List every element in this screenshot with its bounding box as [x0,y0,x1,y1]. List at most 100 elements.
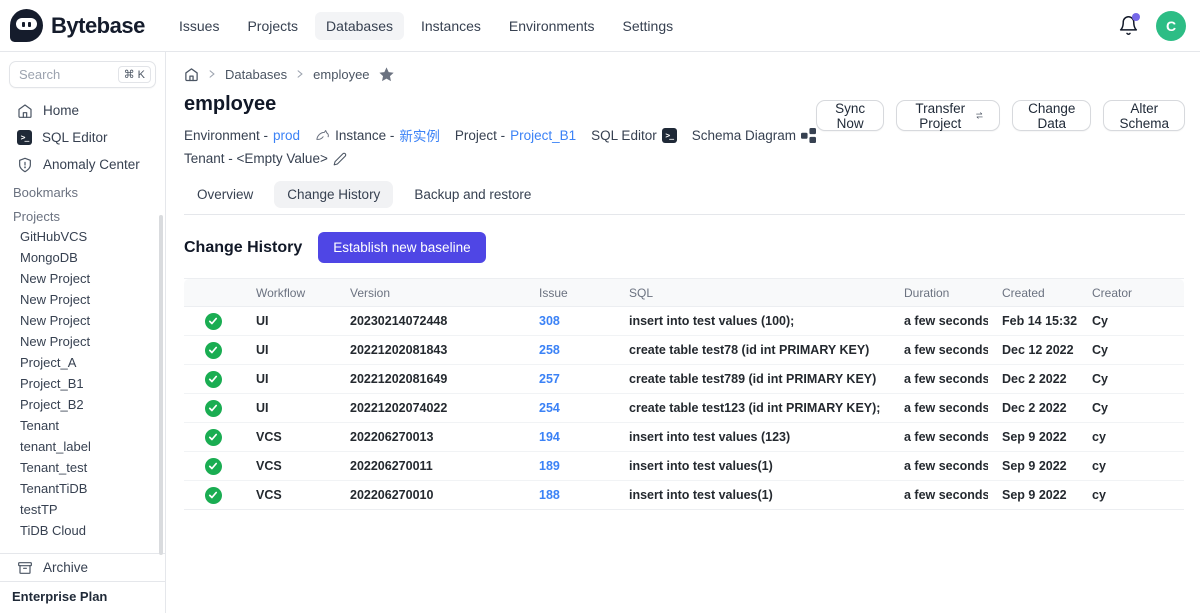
search-input[interactable] [19,67,109,82]
mysql-dolphin-icon [315,128,330,143]
sidebar-project-item[interactable]: New Project [0,289,165,310]
meta-environment: Environment - prod [184,128,300,143]
sidebar-project-item[interactable]: testTP [0,499,165,520]
schema-diagram-link[interactable]: Schema Diagram [692,128,816,143]
table-row[interactable]: VCS 202206270011 189 insert into test va… [184,452,1184,481]
sidebar-project-item[interactable]: Tenant_test [0,457,165,478]
sidebar-project-item[interactable]: Project_A [0,352,165,373]
tab-backup-and-restore[interactable]: Backup and restore [401,181,544,208]
tab-bar: Overview Change History Backup and resto… [184,181,1185,208]
breadcrumb-item[interactable]: Databases [225,67,287,82]
table-row[interactable]: UI 20221202074022 254 create table test1… [184,394,1184,423]
col-version: Version [336,279,525,307]
nav-item-projects[interactable]: Projects [236,12,309,40]
nav-item-instances[interactable]: Instances [410,12,492,40]
sidebar-item-anomaly-center[interactable]: Anomaly Center [0,151,165,178]
sync-now-button[interactable]: Sync Now [816,100,884,131]
issue-link[interactable]: 257 [539,372,560,386]
change-history-table: Workflow Version Issue SQL Duration Crea… [184,278,1184,510]
tab-divider [184,214,1185,215]
sidebar-project-item[interactable]: New Project [0,268,165,289]
sidebar-project-item[interactable]: tenant_label [0,436,165,457]
issue-link[interactable]: 189 [539,459,560,473]
success-check-icon [205,458,222,475]
terminal-icon: >_ [662,128,677,143]
success-check-icon [205,313,222,330]
page-actions: Sync Now Transfer Project Change Data Al… [816,100,1185,131]
search-box[interactable]: ⌘ K [9,61,156,88]
col-status [184,279,242,307]
breadcrumb-item-current: employee [313,67,369,82]
sidebar-item-archive[interactable]: Archive [0,554,165,581]
sidebar-project-item[interactable]: TenantTiDB [0,478,165,499]
issue-link[interactable]: 254 [539,401,560,415]
sidebar-project-item[interactable]: Project_B1 [0,373,165,394]
instance-link[interactable]: 新实例 [399,125,440,145]
sidebar-project-item[interactable]: TiDB Cloud [0,520,165,541]
sidebar-project-item[interactable]: New Project [0,331,165,352]
sidebar-project-item[interactable]: GitHubVCS [0,226,165,247]
archive-icon [17,560,33,576]
page-title: employee [184,93,816,116]
sql-editor-link[interactable]: SQL Editor >_ [591,128,677,143]
home-icon [17,103,33,119]
edit-pencil-icon[interactable] [333,152,347,166]
sidebar-section-projects: Projects [0,206,165,226]
notification-dot [1132,13,1140,21]
table-row[interactable]: UI 20230214072448 308 insert into test v… [184,307,1184,336]
sidebar-project-item[interactable]: Project_B2 [0,394,165,415]
issue-link[interactable]: 194 [539,430,560,444]
chevron-right-icon [207,69,217,79]
meta-project: Project - Project_B1 [455,128,576,143]
breadcrumb-home-icon[interactable] [184,67,199,82]
issue-link[interactable]: 258 [539,343,560,357]
meta-tenant: Tenant - <Empty Value> [184,151,347,166]
bytebase-logo[interactable]: Bytebase [10,9,168,42]
col-created: Created [988,279,1078,307]
tab-overview[interactable]: Overview [184,181,266,208]
nav-item-databases[interactable]: Databases [315,12,404,40]
sidebar-section-bookmarks: Bookmarks [0,182,165,202]
success-check-icon [205,487,222,504]
table-row[interactable]: UI 20221202081649 257 create table test7… [184,365,1184,394]
sidebar-project-item[interactable]: Tenant [0,415,165,436]
plan-label[interactable]: Enterprise Plan [0,582,165,613]
bookmark-star-icon[interactable] [378,66,395,83]
sidebar: ⌘ K Home >_ SQL Editor Anomaly Center Bo… [0,52,166,613]
col-creator: Creator [1078,279,1184,307]
main-content: Databases employee employee Environment … [166,52,1200,613]
bytebase-logo-icon [10,9,43,42]
alter-schema-button[interactable]: Alter Schema [1103,100,1185,131]
transfer-project-button[interactable]: Transfer Project [896,100,1000,131]
nav-item-issues[interactable]: Issues [168,12,230,40]
table-row[interactable]: UI 20221202081843 258 create table test7… [184,336,1184,365]
sidebar-project-item[interactable]: MongoDB [0,247,165,268]
success-check-icon [205,371,222,388]
schema-diagram-icon [801,128,816,143]
table-row[interactable]: VCS 202206270013 194 insert into test va… [184,423,1184,452]
avatar[interactable]: C [1156,11,1186,41]
sidebar-project-item[interactable]: New Project [0,310,165,331]
notification-bell-icon[interactable] [1116,14,1140,38]
sidebar-scrollbar[interactable] [159,215,163,555]
establish-baseline-button[interactable]: Establish new baseline [318,232,485,263]
issue-link[interactable]: 308 [539,314,560,328]
change-data-button[interactable]: Change Data [1012,100,1091,131]
nav-item-settings[interactable]: Settings [612,12,685,40]
project-link[interactable]: Project_B1 [510,128,576,143]
table-row[interactable]: VCS 202206270010 188 insert into test va… [184,481,1184,510]
sidebar-item-home[interactable]: Home [0,97,165,124]
nav-item-environments[interactable]: Environments [498,12,606,40]
col-duration: Duration [890,279,988,307]
success-check-icon [205,342,222,359]
breadcrumb: Databases employee [184,64,1185,84]
brand-name: Bytebase [51,13,145,39]
success-check-icon [205,400,222,417]
issue-link[interactable]: 188 [539,488,560,502]
environment-link[interactable]: prod [273,128,300,143]
search-shortcut-badge: ⌘ K [118,66,151,83]
transfer-arrows-icon [975,108,984,123]
sidebar-item-sql-editor[interactable]: >_ SQL Editor [0,124,165,151]
meta-instance: Instance - 新实例 [315,125,440,145]
tab-change-history[interactable]: Change History [274,181,393,208]
